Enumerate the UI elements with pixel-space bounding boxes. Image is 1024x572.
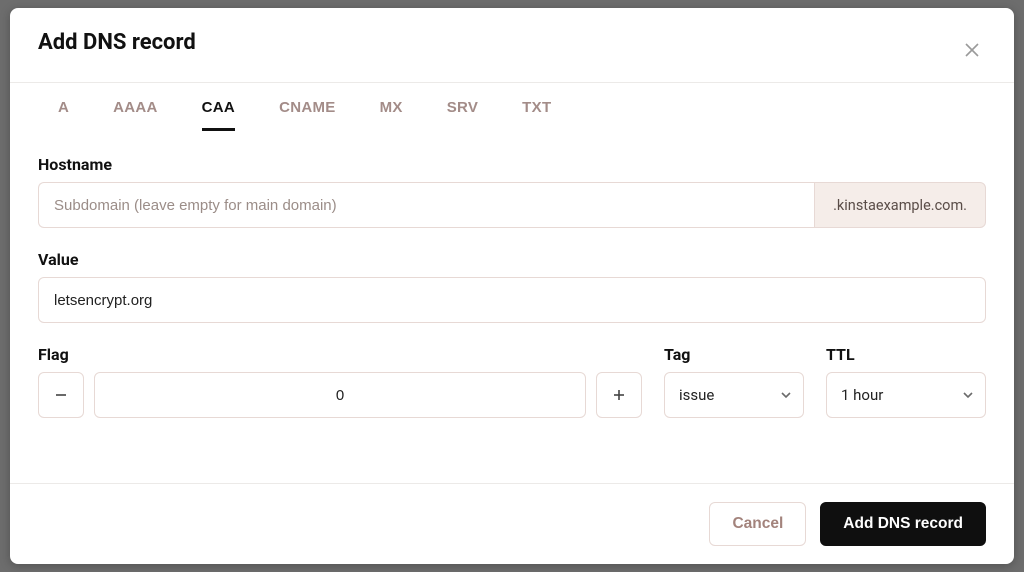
modal-backdrop: Add DNS record A AAAA CAA CNAME MX SRV T… <box>0 0 1024 572</box>
modal-footer: Cancel Add DNS record <box>10 483 1014 564</box>
plus-icon <box>612 388 626 402</box>
tag-field-group: Tag issue <box>664 345 804 418</box>
close-icon <box>965 43 979 57</box>
flag-tag-ttl-row: Flag Tag issue <box>38 345 986 418</box>
tag-select[interactable]: issue <box>664 372 804 418</box>
modal-title: Add DNS record <box>38 30 196 55</box>
hostname-field-group: Hostname .kinstaexample.com. <box>38 155 986 228</box>
ttl-select[interactable]: 1 hour <box>826 372 986 418</box>
tab-txt[interactable]: TXT <box>522 99 551 131</box>
minus-icon <box>54 388 68 402</box>
modal-header: Add DNS record <box>10 8 1014 82</box>
hostname-input[interactable] <box>38 182 814 228</box>
ttl-selected-value: 1 hour <box>841 386 883 404</box>
add-dns-record-modal: Add DNS record A AAAA CAA CNAME MX SRV T… <box>10 8 1014 564</box>
flag-decrement-button[interactable] <box>38 372 84 418</box>
value-input[interactable] <box>38 277 986 323</box>
ttl-label: TTL <box>826 345 986 364</box>
tab-mx[interactable]: MX <box>380 99 403 131</box>
flag-label: Flag <box>38 345 642 364</box>
flag-input[interactable] <box>94 372 586 418</box>
tab-a[interactable]: A <box>58 99 69 131</box>
value-label: Value <box>38 250 986 269</box>
cancel-button[interactable]: Cancel <box>709 502 806 546</box>
ttl-field-group: TTL 1 hour <box>826 345 986 418</box>
flag-increment-button[interactable] <box>596 372 642 418</box>
hostname-domain-suffix: .kinstaexample.com. <box>814 182 986 228</box>
flag-stepper <box>38 372 642 418</box>
hostname-row: .kinstaexample.com. <box>38 182 986 228</box>
submit-button[interactable]: Add DNS record <box>820 502 986 546</box>
tab-aaaa[interactable]: AAAA <box>113 99 158 131</box>
tab-caa[interactable]: CAA <box>202 99 235 131</box>
hostname-label: Hostname <box>38 155 986 174</box>
flag-field-group: Flag <box>38 345 642 418</box>
tab-cname[interactable]: CNAME <box>279 99 336 131</box>
tab-srv[interactable]: SRV <box>447 99 478 131</box>
value-field-group: Value <box>38 250 986 323</box>
tag-selected-value: issue <box>679 386 714 404</box>
form-body: Hostname .kinstaexample.com. Value Flag <box>10 131 1014 483</box>
record-type-tabs: A AAAA CAA CNAME MX SRV TXT <box>10 83 1014 131</box>
tag-label: Tag <box>664 345 804 364</box>
close-button[interactable] <box>958 36 986 64</box>
